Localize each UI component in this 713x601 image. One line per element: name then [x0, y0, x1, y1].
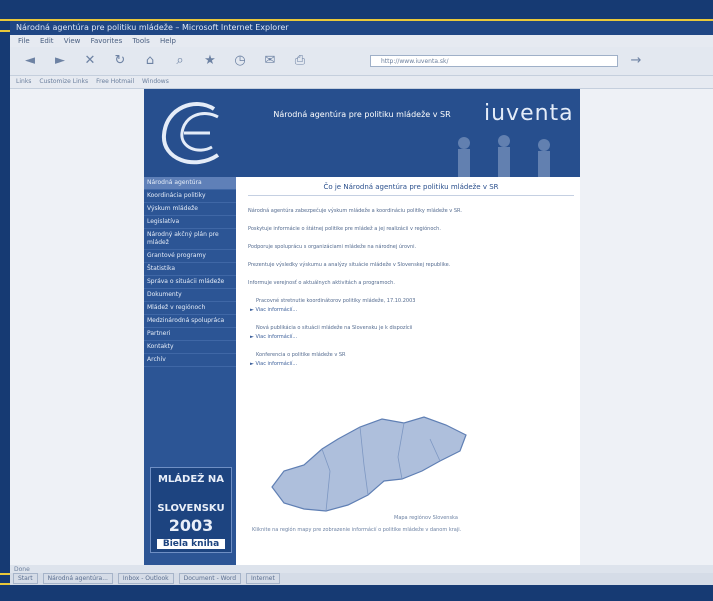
- taskbar-item[interactable]: Národná agentúra...: [42, 573, 113, 584]
- more-link-label[interactable]: Viac informácií...: [255, 307, 297, 313]
- more-link-label[interactable]: Viac informácií...: [255, 361, 297, 367]
- news-item: Pracovné stretnutie koordinátorov politi…: [248, 298, 574, 313]
- address-bar[interactable]: http://www.iuventa.sk/: [370, 55, 618, 67]
- links-label: Links: [16, 78, 32, 85]
- more-link[interactable]: ► Viac informácií...: [250, 334, 574, 340]
- link-item[interactable]: Free Hotmail: [96, 78, 134, 85]
- sidebar-item[interactable]: Štatistika: [144, 263, 236, 276]
- back-icon[interactable]: ◄: [20, 51, 40, 71]
- menu-edit[interactable]: Edit: [40, 37, 54, 45]
- council-of-europe-logo-icon: [161, 102, 220, 165]
- sidebar-item[interactable]: Mládež v regiónoch: [144, 302, 236, 315]
- sidebar-item[interactable]: Národný akčný plán pre mládež: [144, 229, 236, 250]
- menu-favorites[interactable]: Favorites: [91, 37, 123, 45]
- brand-name: iuventa: [484, 101, 574, 126]
- sidebar-item[interactable]: Archív: [144, 354, 236, 367]
- news-item: Nová publikácia o situácii mládeže na Sl…: [248, 325, 574, 340]
- taskbar: Start Národná agentúra... Inbox - Outloo…: [10, 573, 713, 585]
- banner-title: Národná agentúra pre politiku mládeže v …: [273, 110, 451, 119]
- home-icon[interactable]: ⌂: [140, 51, 160, 71]
- news-text: Nová publikácia o situácii mládeže na Sl…: [256, 325, 413, 331]
- menu-view[interactable]: View: [64, 37, 81, 45]
- accent-line: [0, 30, 10, 32]
- sidebar-item[interactable]: Legislatíva: [144, 216, 236, 229]
- mail-icon[interactable]: ✉: [260, 51, 280, 71]
- sidebar-nav: Národná agentúra Koordinácia politiky Vý…: [144, 177, 236, 565]
- page-viewport: Národná agentúra pre politiku mládeže v …: [10, 89, 713, 565]
- link-item[interactable]: Windows: [142, 78, 169, 85]
- print-icon[interactable]: ⎙: [290, 51, 310, 71]
- news-item: Konferencia o politike mládeže v SR ► Vi…: [248, 352, 574, 367]
- news-text: Pracovné stretnutie koordinátorov politi…: [256, 298, 416, 304]
- promo-line: Biela kniha: [157, 539, 225, 549]
- menu-file[interactable]: File: [18, 37, 30, 45]
- sidebar-item[interactable]: Partneri: [144, 328, 236, 341]
- sidebar-item[interactable]: Dokumenty: [144, 289, 236, 302]
- promo-line: SLOVENSKU: [157, 503, 225, 514]
- sidebar-item[interactable]: Správa o situácii mládeže: [144, 276, 236, 289]
- sidebar-item[interactable]: Koordinácia politiky: [144, 190, 236, 203]
- start-button[interactable]: Start: [13, 573, 38, 584]
- favorites-icon[interactable]: ★: [200, 51, 220, 71]
- history-icon[interactable]: ◷: [230, 51, 250, 71]
- page-title: Čo je Národná agentúra pre politiku mlád…: [248, 183, 574, 196]
- map-footer: Kliknite na región mapy pre zobrazenie i…: [252, 527, 462, 533]
- more-link[interactable]: ► Viac informácií...: [250, 307, 574, 313]
- sidebar-item[interactable]: Kontakty: [144, 341, 236, 354]
- menu-help[interactable]: Help: [160, 37, 176, 45]
- paragraph: Národná agentúra zabezpečuje výskum mlád…: [248, 208, 462, 214]
- promo-year: 2003: [168, 516, 214, 535]
- promo-line: MLÁDEŽ NA: [157, 474, 225, 485]
- accent-line: [0, 573, 10, 575]
- sidebar-item[interactable]: Národná agentúra: [144, 177, 236, 190]
- main-content: Čo je Národná agentúra pre politiku mlád…: [248, 177, 574, 565]
- search-icon[interactable]: ⌕: [170, 51, 190, 71]
- paragraph: Informuje verejnosť o aktuálnych aktivit…: [248, 280, 395, 286]
- news-text: Konferencia o politike mládeže v SR: [256, 352, 346, 358]
- web-page: Národná agentúra pre politiku mládeže v …: [144, 89, 580, 565]
- more-link-label[interactable]: Viac informácií...: [255, 334, 297, 340]
- taskbar-item[interactable]: Internet: [246, 573, 280, 584]
- go-icon[interactable]: →: [626, 51, 646, 71]
- menu-bar: File Edit View Favorites Tools Help: [10, 35, 713, 47]
- stop-icon[interactable]: ✕: [80, 51, 100, 71]
- site-banner: Národná agentúra pre politiku mládeže v …: [144, 89, 580, 177]
- window-title: Národná agentúra pre politiku mládeže – …: [10, 21, 713, 35]
- paragraph: Poskytuje informácie o štátnej politike …: [248, 226, 441, 232]
- links-bar: Links Customize Links Free Hotmail Windo…: [10, 76, 713, 89]
- browser-window: Národná agentúra pre politiku mládeže – …: [10, 21, 713, 583]
- more-link[interactable]: ► Viac informácií...: [250, 361, 574, 367]
- slovakia-map[interactable]: [264, 409, 474, 519]
- refresh-icon[interactable]: ↻: [110, 51, 130, 71]
- youth-report-promo[interactable]: MLÁDEŽ NA SLOVENSKU 2003 Biela kniha: [150, 467, 232, 553]
- sidebar-item[interactable]: Medzinárodná spolupráca: [144, 315, 236, 328]
- paragraph: Prezentuje výsledky výskumu a analýzy si…: [248, 262, 451, 268]
- taskbar-item[interactable]: Inbox - Outlook: [117, 573, 174, 584]
- people-silhouettes-icon: [458, 135, 550, 177]
- menu-tools[interactable]: Tools: [132, 37, 149, 45]
- forward-icon[interactable]: ►: [50, 51, 70, 71]
- link-item[interactable]: Customize Links: [39, 78, 88, 85]
- sidebar-item[interactable]: Grantové programy: [144, 250, 236, 263]
- map-caption: Mapa regiónov Slovenska: [394, 515, 458, 521]
- taskbar-item[interactable]: Document - Word: [178, 573, 242, 584]
- paragraph: Podporuje spoluprácu s organizáciami mlá…: [248, 244, 417, 250]
- sidebar-item[interactable]: Výskum mládeže: [144, 203, 236, 216]
